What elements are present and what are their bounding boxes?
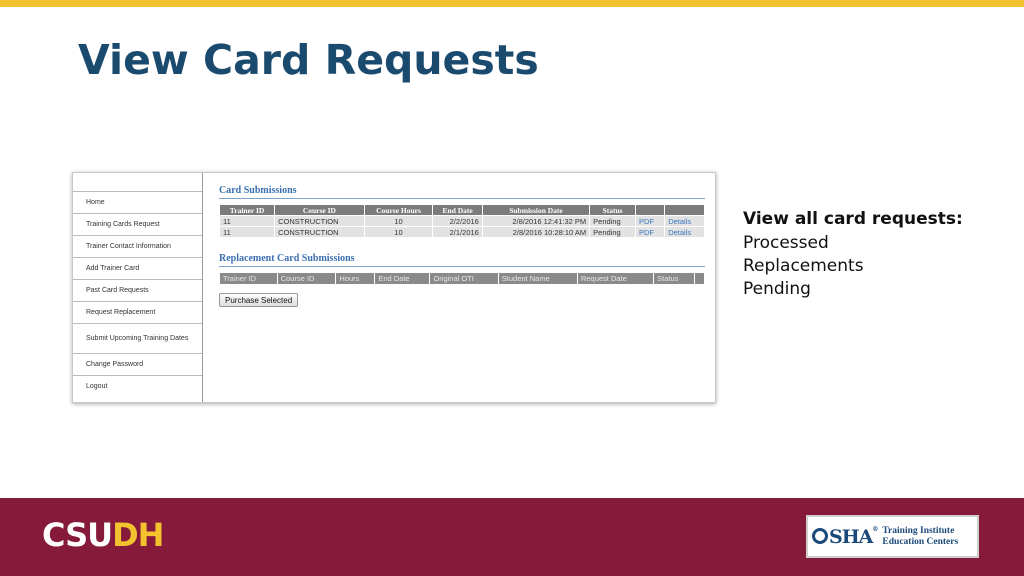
column-header: Trainer ID	[219, 272, 278, 285]
sidebar-item-label: Past Card Requests	[86, 287, 149, 294]
column-header: Course Hours	[363, 204, 434, 216]
pdf-link[interactable]: PDF	[634, 226, 666, 238]
column-header: Trainer ID	[218, 204, 276, 216]
cell-course-id: CONSTRUCTION	[274, 226, 365, 238]
sidebar-item-home[interactable]: Home	[73, 192, 202, 214]
column-header: Original OTI	[429, 272, 499, 285]
column-header	[693, 272, 706, 285]
column-header: Course ID	[276, 272, 337, 285]
column-header: Status	[653, 272, 695, 285]
sidebar-item-request-replacement[interactable]: Request Replacement	[73, 302, 202, 324]
sidebar-nav: Home Training Cards Request Trainer Cont…	[73, 173, 203, 402]
osha-wordmark: SHA®	[812, 525, 878, 548]
details-link[interactable]: Details	[664, 226, 705, 238]
purchase-selected-button[interactable]: Purchase Selected	[219, 293, 299, 307]
sidebar-item-label: Request Replacement	[86, 309, 156, 316]
sidebar-item-training-cards-request[interactable]: Training Cards Request	[73, 214, 202, 236]
replacement-submissions-title: Replacement Card Submissions	[219, 253, 705, 267]
table-header-row: Trainer ID Course ID Hours End Date Orig…	[219, 272, 706, 285]
cell-course-hours: 10	[363, 226, 434, 238]
sidebar-item-add-trainer-card[interactable]: Add Trainer Card	[73, 258, 202, 280]
cell-end-date: 2/2/2016	[432, 215, 483, 227]
sidebar-item-trainer-contact-information[interactable]: Trainer Contact Information	[73, 236, 202, 258]
description-item: Processed	[743, 233, 829, 253]
description-heading: View all card requests:	[743, 209, 963, 229]
sidebar-item-label: Add Trainer Card	[86, 265, 140, 272]
table-row: 11 CONSTRUCTION 10 2/1/2016 2/8/2016 10:…	[218, 226, 705, 238]
replacement-submissions-section: Replacement Card Submissions Trainer ID …	[219, 253, 706, 285]
osha-subtitle: Training Institute Education Centers	[882, 526, 958, 548]
screenshot-panel: Home Training Cards Request Trainer Cont…	[72, 172, 716, 403]
column-header: Status	[589, 204, 636, 216]
osha-subtitle-line: Training Institute	[882, 525, 955, 536]
description-list: View all card requests: Processed Replac…	[743, 209, 1003, 301]
column-header: Student Name	[497, 272, 578, 285]
logo-text-csu: CSU	[42, 516, 113, 554]
table-row: 11 CONSTRUCTION 10 2/2/2016 2/8/2016 12:…	[218, 215, 705, 227]
osha-o-circle-icon	[812, 527, 828, 544]
cell-status: Pending	[589, 215, 636, 227]
sidebar-item-label: Change Password	[86, 361, 144, 368]
cell-end-date: 2/1/2016	[432, 226, 483, 238]
column-header: End Date	[432, 204, 483, 216]
card-submissions-table: Trainer ID Course ID Course Hours End Da…	[218, 204, 705, 238]
column-header: Request Date	[576, 272, 655, 285]
column-header: Submission Date	[481, 204, 591, 216]
details-link[interactable]: Details	[664, 215, 705, 227]
sidebar-item-label: Training Cards Request	[86, 221, 160, 228]
sidebar-item-label: Submit Upcoming Training Dates	[86, 335, 189, 342]
column-header: End Date	[374, 272, 431, 285]
sidebar-item-change-password[interactable]: Change Password	[73, 354, 202, 376]
column-header	[664, 204, 705, 216]
slide-title: View Card Requests	[78, 36, 539, 84]
sidebar-item-label: Home	[86, 199, 105, 206]
table-header-row: Trainer ID Course ID Course Hours End Da…	[218, 204, 705, 216]
cell-submission-date: 2/8/2016 12:41:32 PM	[481, 215, 591, 227]
card-submissions-section: Card Submissions Trainer ID Course ID Co…	[218, 185, 705, 238]
pdf-link[interactable]: PDF	[634, 215, 666, 227]
column-header	[634, 204, 666, 216]
top-accent-bar	[0, 0, 1024, 7]
registered-mark: ®	[872, 525, 878, 533]
card-submissions-title: Card Submissions	[219, 185, 705, 199]
cell-submission-date: 2/8/2016 10:28:10 AM	[481, 226, 591, 238]
cell-course-hours: 10	[363, 215, 434, 227]
column-header: Hours	[335, 272, 376, 285]
osha-subtitle-line: Education Centers	[882, 536, 959, 547]
cell-status: Pending	[589, 226, 636, 238]
sidebar-item-submit-upcoming-training-dates[interactable]: Submit Upcoming Training Dates	[73, 324, 202, 354]
description-item: Pending	[743, 279, 811, 299]
sidebar-header	[73, 173, 202, 192]
sidebar-item-logout[interactable]: Logout	[73, 376, 202, 397]
cell-trainer-id: 11	[218, 226, 276, 238]
cell-course-id: CONSTRUCTION	[274, 215, 365, 227]
csudh-logo: CSUDH	[42, 516, 164, 554]
description-item: Replacements	[743, 256, 864, 276]
column-header: Course ID	[274, 204, 365, 216]
logo-text-dh: DH	[112, 516, 164, 554]
sidebar-item-label: Logout	[86, 383, 108, 390]
sidebar-item-past-card-requests[interactable]: Past Card Requests	[73, 280, 202, 302]
osha-logo: SHA® Training Institute Education Center…	[806, 515, 979, 558]
sidebar-item-label: Trainer Contact Information	[86, 243, 171, 250]
osha-word-text: SHA	[829, 525, 873, 548]
replacement-submissions-table: Trainer ID Course ID Hours End Date Orig…	[219, 272, 706, 285]
cell-trainer-id: 11	[218, 215, 276, 227]
